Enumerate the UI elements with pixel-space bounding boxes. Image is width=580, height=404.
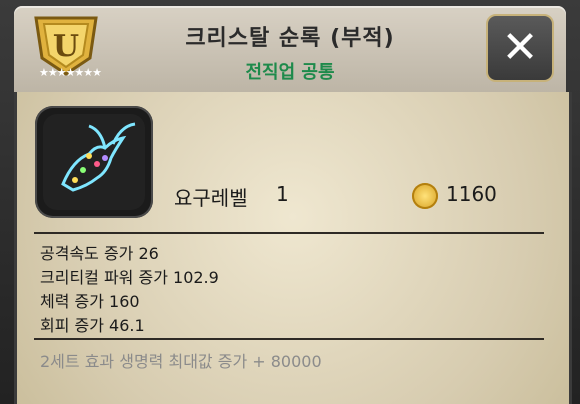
grade-letter: U — [53, 29, 79, 64]
close-icon: ✕ — [501, 22, 539, 73]
item-icon-frame — [35, 106, 153, 218]
stats-divider-bottom — [34, 338, 544, 340]
stat-critical-power: 크리티컬 파워 증가 102.9 — [40, 268, 219, 287]
gold-price: 1160 — [446, 182, 497, 206]
required-level-value: 1 — [276, 182, 289, 206]
required-level-label: 요구레벨 — [174, 186, 248, 210]
set-bonus: 2세트 효과 생명력 최대값 증가 + 80000 — [40, 352, 322, 371]
stat-attack-speed: 공격속도 증가 26 — [40, 244, 159, 263]
close-button[interactable]: ✕ — [486, 14, 554, 82]
gold-coin-icon — [412, 183, 438, 209]
star-rating: ★★★★★★★ — [38, 66, 102, 79]
stat-evasion: 회피 증가 46.1 — [40, 316, 145, 335]
crystal-reindeer-icon — [43, 114, 145, 210]
stats-divider-top — [34, 232, 544, 234]
stat-health: 체력 증가 160 — [40, 292, 140, 311]
